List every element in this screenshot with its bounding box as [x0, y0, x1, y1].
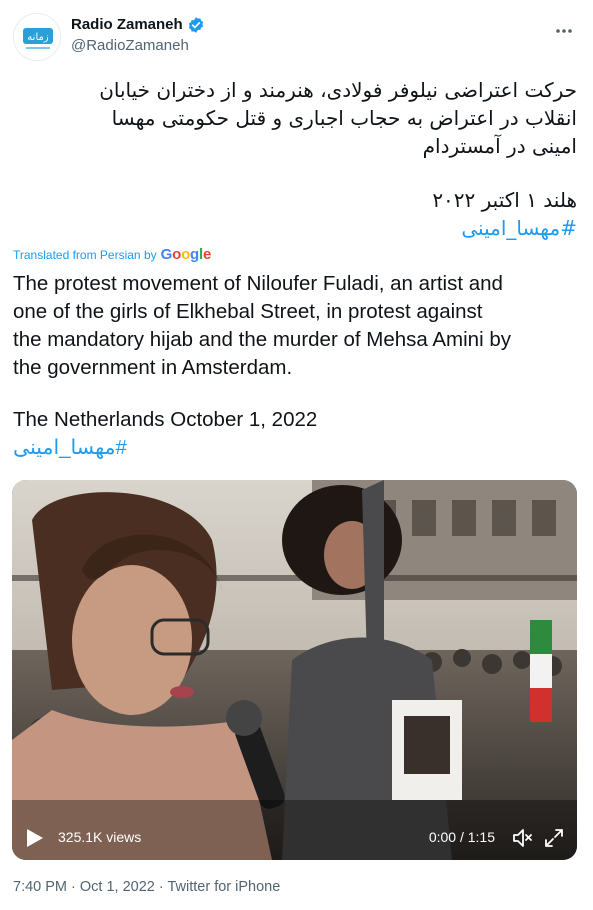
persian-date: هلند ۱ اکتبر ۲۰۲۲ [432, 188, 577, 212]
translation-attribution: Translated from Persian by Google [13, 246, 211, 263]
play-icon[interactable] [26, 828, 44, 848]
verified-badge-icon [187, 16, 205, 34]
video-thumbnail [12, 480, 577, 860]
persian-line: انقلاب در اعتراض به حجاب اجباری و قتل حک… [111, 106, 577, 130]
tweet-metadata[interactable]: 7:40 PM · Oct 1, 2022 · Twitter for iPho… [13, 879, 280, 895]
translated-label: Translated from Persian by [13, 247, 157, 262]
video-player[interactable]: 325.1K views 0:00 / 1:15 [12, 480, 577, 860]
fullscreen-icon[interactable] [543, 827, 565, 849]
english-hashtag-link[interactable]: #مهسا_امینی [13, 434, 581, 462]
display-name[interactable]: Radio Zamaneh [71, 15, 183, 34]
original-tweet-text: حرکت اعتراضی نیلوفر فولادی، هنرمند و از … [13, 76, 577, 242]
volume-icon[interactable] [511, 827, 533, 849]
handle[interactable]: @RadioZamaneh [71, 36, 205, 56]
english-date: The Netherlands October 1, 2022 [13, 408, 318, 431]
avatar[interactable]: زمانه [13, 13, 61, 61]
avatar-logo-text: زمانه [27, 32, 49, 43]
video-time: 0:00 / 1:15 [428, 829, 495, 845]
more-options-icon[interactable] [549, 16, 579, 46]
english-line: the government in Amsterdam. [13, 356, 293, 379]
translated-tweet-text: The protest movement of Niloufer Fuladi,… [13, 270, 581, 462]
persian-hashtag-link[interactable]: #مهسا_امینی [13, 214, 577, 242]
google-logo: Google [160, 246, 212, 263]
english-line: The protest movement of Niloufer Fuladi,… [13, 272, 503, 295]
video-views: 325.1K views [58, 829, 142, 845]
persian-line: حرکت اعتراضی نیلوفر فولادی، هنرمند و از … [99, 78, 577, 102]
video-controls: 325.1K views 0:00 / 1:15 [12, 816, 577, 860]
english-line: the mandatory hijab and the murder of Me… [13, 328, 511, 351]
english-line: one of the girls of Elkhebal Street, in … [13, 300, 483, 323]
persian-line: امینی در آمستردام [422, 134, 577, 158]
tweet-header: زمانه Radio Zamaneh @RadioZamaneh [13, 10, 581, 61]
